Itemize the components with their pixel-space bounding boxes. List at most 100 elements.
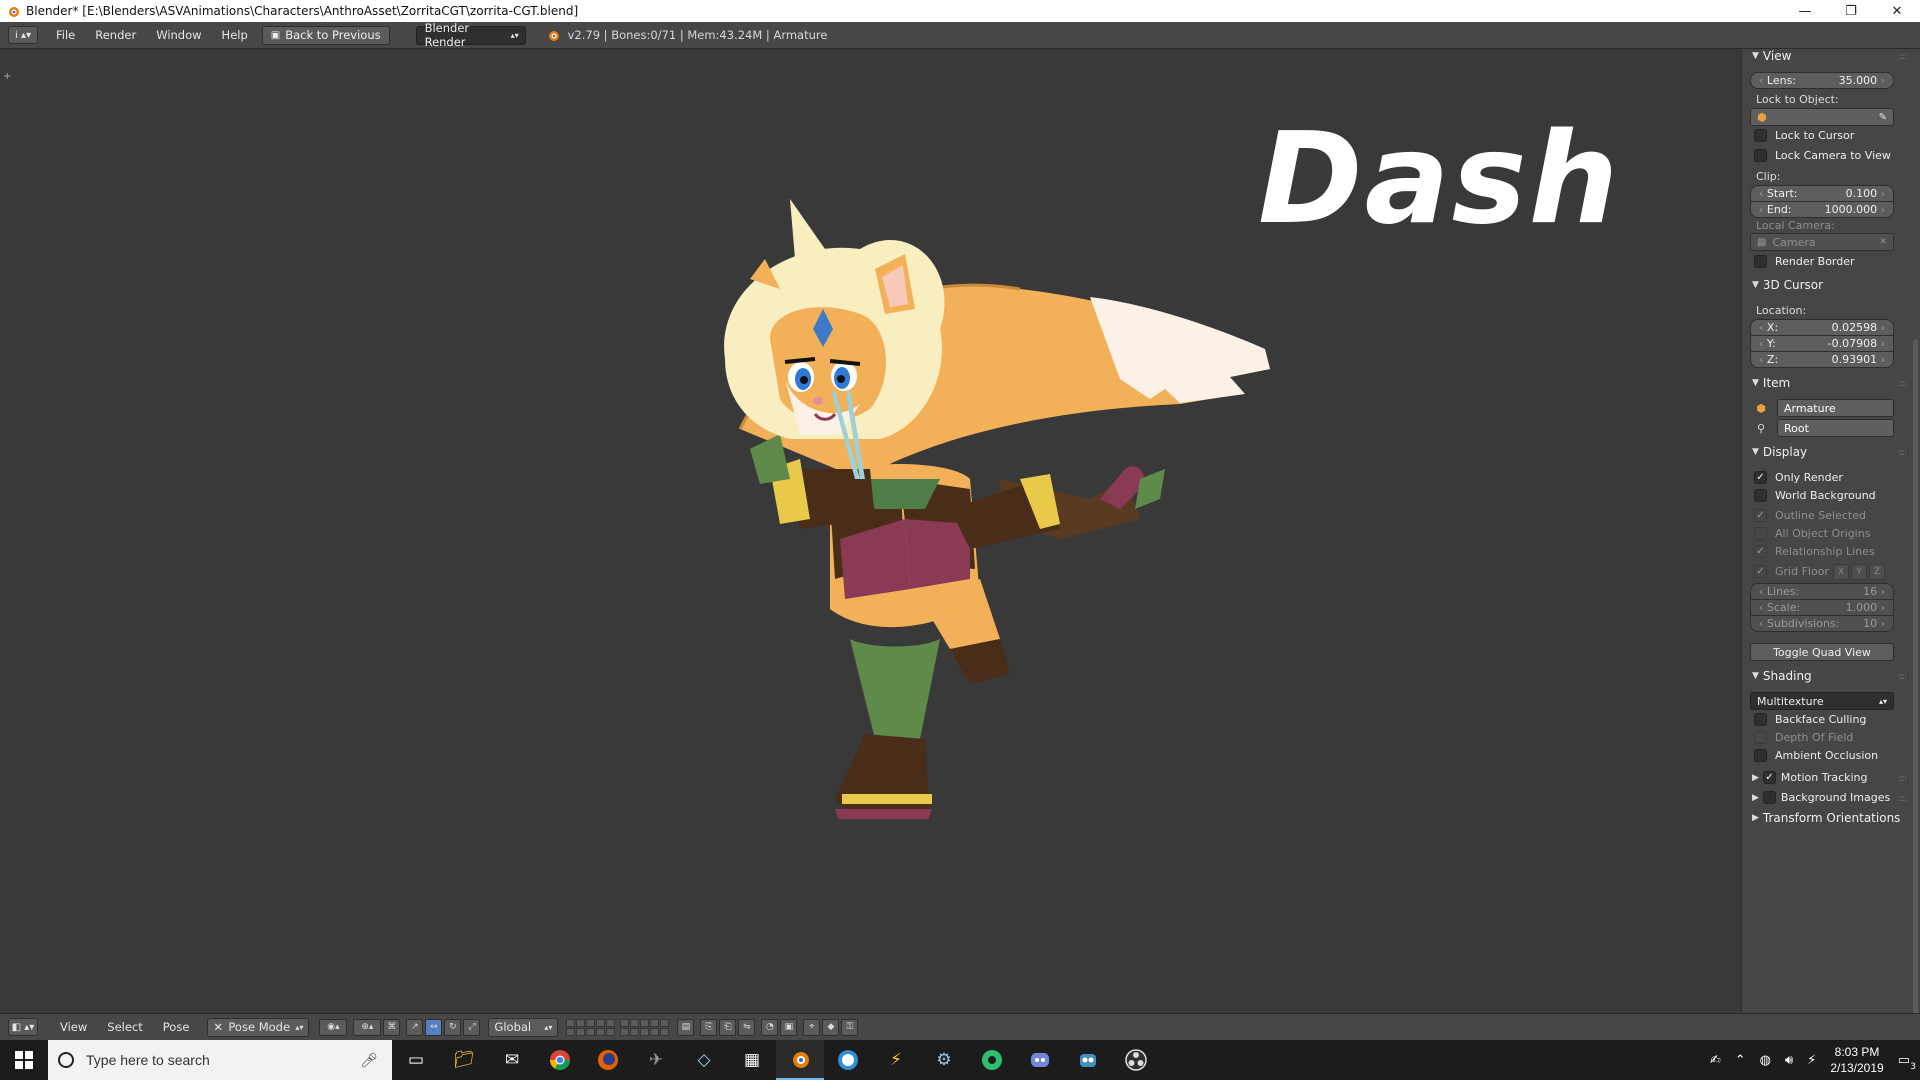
drag-grip-icon[interactable]: :::: [1898,379,1907,389]
grid-lines-field[interactable]: Lines: 16 [1750,583,1894,600]
backface-culling-checkbox[interactable]: Backface Culling [1754,713,1866,726]
maximize-button[interactable]: ❐ [1828,0,1874,22]
wacom-app-icon[interactable] [824,1040,872,1080]
pose-paste-flipped-icon[interactable]: ⇋ [738,1018,756,1036]
cursor-x-field[interactable]: X: 0.02598 [1750,319,1894,336]
object-name-field[interactable]: Armature [1777,399,1894,417]
menu-file[interactable]: File [46,28,85,42]
depth-of-field-checkbox[interactable]: Depth Of Field [1754,731,1853,744]
bone-name-field[interactable]: Root [1777,419,1894,437]
task-view-icon[interactable]: ▭ [392,1040,440,1080]
transform-orientations-panel-header[interactable]: ▶ Transform Orientations [1752,811,1900,825]
rotate-manipulator-icon[interactable]: ↻ [444,1018,462,1036]
axis-z-toggle[interactable]: Z [1869,564,1885,580]
grid-floor-checkbox[interactable]: ✓ Grid Floor [1754,565,1829,578]
scale-manipulator-icon[interactable]: ⤢ [463,1018,481,1036]
panel-scrollbar[interactable] [1913,339,1918,1013]
all-object-origins-checkbox[interactable]: All Object Origins [1754,527,1870,540]
discord-icon[interactable] [1016,1040,1064,1080]
clear-x-icon[interactable]: ✕ [1879,237,1887,247]
pen-workspace-icon[interactable]: ✍ [1710,1053,1721,1068]
render-engine-select[interactable]: Blender Render ▴▾ [415,21,526,49]
keying-set-icon[interactable]: ⚿ [841,1018,859,1036]
volume-icon[interactable]: 🔊︎ [1785,1053,1793,1068]
pose-copy-icon[interactable]: ⎘ [700,1018,718,1036]
layer-grid-left[interactable] [566,1018,616,1036]
eyedropper-icon[interactable]: ✎ [1879,112,1887,123]
close-button[interactable]: ✕ [1874,0,1920,22]
only-render-checkbox[interactable]: ✓ Only Render [1754,471,1843,484]
back-to-previous-button[interactable]: ▣ Back to Previous [261,25,390,45]
godot-icon[interactable] [1064,1040,1112,1080]
drag-grip-icon[interactable]: :::: [1898,774,1907,784]
view-panel-header[interactable]: ▼ View [1752,49,1791,63]
translate-manipulator-icon[interactable]: ↔ [425,1018,443,1036]
firefox-icon[interactable] [584,1040,632,1080]
cursor-z-field[interactable]: Z: 0.93901 [1750,351,1894,368]
menu-view[interactable]: View [50,1020,97,1034]
start-button[interactable] [0,1040,48,1080]
lock-camera-to-view-checkbox[interactable]: Lock Camera to View [1754,149,1891,162]
transform-orientation-select[interactable]: Global ▴▾ [488,1017,559,1037]
drag-grip-icon[interactable]: :::: [1898,448,1907,458]
onion-skin-icon[interactable]: ◔ [761,1018,779,1036]
lightning-app-icon[interactable]: ⚡ [872,1040,920,1080]
show-hidden-icons-chevron-icon[interactable]: ⌃ [1735,1053,1746,1068]
layer-grid-right[interactable] [620,1018,670,1036]
steam-icon[interactable]: ⚙ [920,1040,968,1080]
taskbar-clock[interactable]: 8:03 PM 2/13/2019 [1830,1044,1883,1076]
drag-grip-icon[interactable]: :::: [1898,672,1907,682]
shading-mode-select[interactable]: Multitexture ▴▾ [1750,692,1894,710]
network-icon[interactable]: ◍ [1760,1053,1771,1068]
cursor-panel-header[interactable]: ▼ 3D Cursor [1752,278,1823,292]
axis-y-toggle[interactable]: Y [1851,564,1867,580]
relationship-lines-checkbox[interactable]: ✓ Relationship Lines [1754,545,1875,558]
keyframe-icon[interactable]: ◆ [822,1018,840,1036]
toolshelf-expand-icon[interactable]: + [3,71,11,82]
menu-select[interactable]: Select [97,1020,152,1034]
mail-icon[interactable]: ✉ [488,1040,536,1080]
microphone-icon[interactable]: 🎤︎ [360,1052,378,1069]
render-preview-icon[interactable]: ▣ [780,1018,798,1036]
lock-object-field[interactable]: ⬢ ✎ [1750,108,1894,126]
motion-tracking-panel-header[interactable]: ▶ ✓ Motion Tracking [1752,771,1868,784]
chrome-icon[interactable] [536,1040,584,1080]
toggle-quad-view-button[interactable]: Toggle Quad View [1750,643,1894,661]
sketch-app-icon[interactable]: ◇ [680,1040,728,1080]
layer-buttons[interactable] [566,1018,673,1036]
game-app-icon[interactable]: ✈ [632,1040,680,1080]
fox-character-model[interactable] [620,179,1320,819]
blender-taskbar-icon[interactable] [776,1040,824,1080]
background-images-checkbox[interactable]: Background Images [1762,791,1890,804]
clip-start-field[interactable]: Start: 0.100 [1750,185,1894,202]
file-explorer-icon[interactable]: 📁︎ [440,1040,488,1080]
viewport-shading-select[interactable]: ◉▴ [319,1018,348,1036]
render-border-checkbox[interactable]: Render Border [1754,255,1855,268]
manipulator-toggle-icon[interactable]: ⌘ [383,1018,401,1036]
power-cable-icon[interactable]: ⚡ [1807,1053,1816,1068]
minimize-button[interactable]: — [1782,0,1828,22]
lock-to-cursor-checkbox[interactable]: Lock to Cursor [1754,129,1854,142]
action-center-icon[interactable]: ▭ 3 [1898,1053,1916,1072]
pivot-point-select[interactable]: ⊕▴ [353,1018,382,1036]
menu-window[interactable]: Window [146,28,211,42]
editor-type-selector[interactable]: i ▴▾ [8,26,38,44]
snap-icon[interactable]: ⌖ [803,1018,821,1036]
clip-end-field[interactable]: End: 1000.000 [1750,201,1894,218]
axis-x-toggle[interactable]: X [1833,564,1849,580]
calculator-icon[interactable]: ▦ [728,1040,776,1080]
shading-panel-header[interactable]: ▼ Shading [1752,669,1812,683]
item-panel-header[interactable]: ▼ Item [1752,376,1790,390]
drag-grip-icon[interactable]: :::: [1898,794,1907,804]
background-images-panel-header[interactable]: ▶ Background Images [1752,791,1890,804]
lock-layers-icon[interactable]: ▤ [677,1018,695,1036]
obs-icon[interactable] [1112,1040,1160,1080]
ambient-occlusion-checkbox[interactable]: Ambient Occlusion [1754,749,1878,762]
grid-scale-field[interactable]: Scale: 1.000 [1750,599,1894,616]
taskbar-search-box[interactable]: Type here to search 🎤︎ [48,1040,392,1080]
3d-viewport[interactable]: + Dash [0,49,1741,1013]
local-camera-field[interactable]: ▩ Camera ✕ [1750,233,1894,251]
outline-selected-checkbox[interactable]: ✓ Outline Selected [1754,509,1866,522]
drag-grip-icon[interactable]: :::: [1898,52,1907,62]
properties-n-panel[interactable]: ▼ View :::: Lens: 35.000 Lock to Object:… [1741,49,1920,1013]
